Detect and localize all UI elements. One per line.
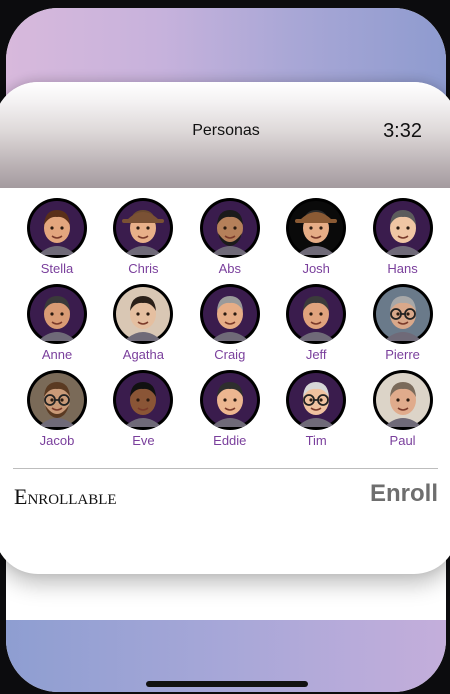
memoji-avatar-icon — [113, 370, 174, 430]
persona-item[interactable]: Chris — [100, 196, 186, 282]
persona-name: Paul — [389, 433, 416, 448]
memoji-avatar-icon — [286, 370, 347, 430]
persona-name: Eddie — [213, 433, 247, 448]
persona-name: Josh — [302, 261, 330, 276]
memoji-avatar-icon — [27, 198, 87, 258]
clock-time: 3:32 — [383, 120, 422, 142]
persona-name: Pierre — [385, 347, 420, 362]
personas-card: Personas 3:32 Stella Chris Abs Josh Hans… — [0, 82, 450, 574]
enrollable-label: Enrollable — [14, 484, 117, 509]
memoji-avatar-icon — [286, 284, 347, 344]
persona-item[interactable]: Jeff — [273, 282, 359, 368]
memoji-avatar-icon — [199, 284, 260, 344]
persona-item[interactable]: Stella — [14, 196, 100, 282]
persona-name: Abs — [218, 261, 241, 276]
persona-item[interactable]: Tim — [273, 368, 359, 454]
memoji-avatar-icon — [199, 198, 260, 258]
persona-item[interactable]: Agatha — [100, 282, 186, 368]
memoji-avatar-icon — [372, 198, 433, 258]
memoji-avatar-icon — [199, 370, 260, 430]
persona-item[interactable]: Craig — [187, 282, 273, 368]
persona-name: Stella — [40, 261, 74, 276]
persona-item[interactable]: Abs — [187, 196, 273, 282]
persona-name: Craig — [214, 347, 246, 362]
persona-grid: Stella Chris Abs Josh Hans Anne Agatha C… — [14, 196, 446, 454]
photo-avatar — [372, 370, 433, 430]
memoji-avatar-icon — [113, 198, 174, 258]
persona-item[interactable]: Jacob — [14, 368, 100, 454]
enroll-button[interactable]: Enroll — [370, 480, 438, 508]
card-header: Personas 3:32 — [0, 82, 450, 188]
persona-name: Anne — [41, 347, 73, 362]
photo-avatar — [113, 284, 174, 344]
memoji-avatar-icon — [27, 284, 87, 344]
persona-item[interactable]: Eve — [100, 368, 186, 454]
persona-name: Hans — [387, 261, 418, 276]
persona-name: Jacob — [39, 433, 75, 448]
persona-name: Jeff — [305, 347, 327, 362]
persona-item[interactable]: Paul — [360, 368, 446, 454]
photo-avatar — [27, 370, 87, 430]
persona-name: Agatha — [122, 347, 164, 362]
memoji-avatar-icon — [286, 198, 347, 258]
persona-name: Eve — [132, 433, 155, 448]
persona-item[interactable]: Anne — [14, 282, 100, 368]
photo-avatar — [372, 284, 433, 344]
divider — [13, 468, 438, 469]
persona-item[interactable]: Hans — [360, 196, 446, 282]
persona-item[interactable]: Eddie — [187, 368, 273, 454]
persona-name: Chris — [128, 261, 159, 276]
persona-name: Tim — [305, 433, 327, 448]
persona-item[interactable]: Josh — [273, 196, 359, 282]
persona-item[interactable]: Pierre — [360, 282, 446, 368]
home-indicator[interactable] — [146, 681, 308, 687]
